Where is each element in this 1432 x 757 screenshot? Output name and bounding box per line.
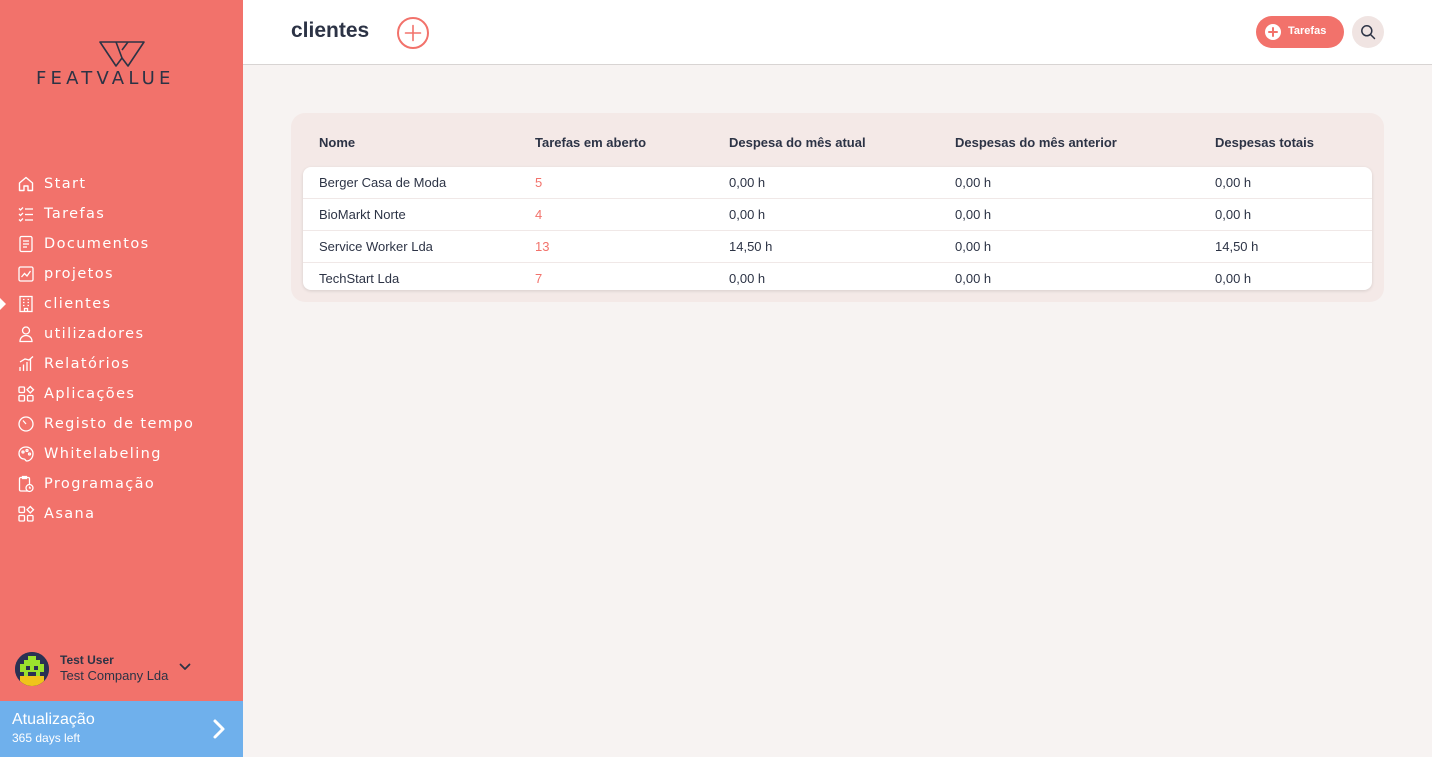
table-header: Nome Tarefas em aberto Despesa do mês at… xyxy=(291,113,1384,167)
sidebar-item-relatorios[interactable]: Relatórios xyxy=(0,349,243,379)
sidebar-item-utilizadores[interactable]: utilizadores xyxy=(0,319,243,349)
sidebar-item-registo-de-tempo[interactable]: Registo de tempo xyxy=(0,409,243,439)
client-name: Service Worker Lda xyxy=(319,239,433,254)
sidebar-item-label: Registo de tempo xyxy=(44,416,195,432)
featvalue-logo[interactable]: FEATVALUE xyxy=(36,40,211,90)
table-row[interactable]: TechStart Lda 7 0,00 h 0,00 h 0,00 h xyxy=(303,263,1372,290)
sidebar-item-programacao[interactable]: Programação xyxy=(0,469,243,499)
table-row[interactable]: Berger Casa de Moda 5 0,00 h 0,00 h 0,00… xyxy=(303,167,1372,199)
sidebar-item-label: clientes xyxy=(44,296,112,312)
task-list-icon xyxy=(17,205,35,223)
top-header: clientes Tarefas xyxy=(243,0,1432,65)
chevron-right-icon xyxy=(213,719,225,739)
add-client-button[interactable] xyxy=(397,17,429,49)
previous-month-expense: 0,00 h xyxy=(955,239,992,254)
sidebar-item-clientes[interactable]: clientes xyxy=(0,289,243,319)
sidebar-item-label: Programação xyxy=(44,476,156,492)
schedule-icon xyxy=(17,475,35,493)
plus-icon xyxy=(404,24,422,42)
sidebar-item-tarefas[interactable]: Tarefas xyxy=(0,199,243,229)
sidebar-item-asana[interactable]: Asana xyxy=(0,499,243,529)
new-task-button[interactable]: Tarefas xyxy=(1256,16,1344,48)
current-month-expense: 0,00 h xyxy=(729,175,766,190)
apps-icon xyxy=(17,385,35,403)
column-header-current-month[interactable]: Despesa do mês atual xyxy=(729,135,866,150)
sidebar-item-label: Whitelabeling xyxy=(44,446,162,462)
sidebar-item-label: Asana xyxy=(44,506,96,522)
sidebar: FEATVALUE Start Tarefas Documentos proje… xyxy=(0,0,243,757)
client-name: TechStart Lda xyxy=(319,271,400,286)
sidebar-item-label: Relatórios xyxy=(44,356,131,372)
sidebar-item-whitelabeling[interactable]: Whitelabeling xyxy=(0,439,243,469)
update-days-left: 365 days left xyxy=(12,731,81,745)
client-name: Berger Casa de Moda xyxy=(319,175,447,190)
update-title: Atualização xyxy=(12,711,95,728)
previous-month-expense: 0,00 h xyxy=(955,175,992,190)
previous-month-expense: 0,00 h xyxy=(955,207,992,222)
column-header-total[interactable]: Despesas totais xyxy=(1215,135,1314,150)
chart-icon xyxy=(17,265,35,283)
page-title: clientes xyxy=(291,19,370,42)
building-icon xyxy=(17,295,35,313)
column-header-nome[interactable]: Nome xyxy=(319,135,355,150)
user-menu[interactable]: Test User Test Company Lda xyxy=(15,652,230,688)
table-body: Berger Casa de Moda 5 0,00 h 0,00 h 0,00… xyxy=(303,167,1372,290)
column-header-open-tasks[interactable]: Tarefas em aberto xyxy=(535,135,646,150)
open-tasks-count: 13 xyxy=(535,239,550,254)
sidebar-item-label: Tarefas xyxy=(44,206,106,222)
logo-text: FEATVALUE xyxy=(36,68,175,89)
update-banner[interactable]: Atualização 365 days left xyxy=(0,701,243,757)
document-icon xyxy=(17,235,35,253)
sidebar-nav: Start Tarefas Documentos projetos client… xyxy=(0,169,243,529)
user-name: Test User xyxy=(60,653,114,667)
bar-chart-icon xyxy=(17,355,35,373)
user-company: Test Company Lda xyxy=(60,668,169,683)
user-icon xyxy=(17,325,35,343)
new-task-label: Tarefas xyxy=(1288,25,1327,37)
apps-icon xyxy=(17,505,35,523)
open-tasks-count: 7 xyxy=(535,271,543,286)
current-month-expense: 14,50 h xyxy=(729,239,773,254)
table-row[interactable]: BioMarkt Norte 4 0,00 h 0,00 h 0,00 h xyxy=(303,199,1372,231)
sidebar-item-projetos[interactable]: projetos xyxy=(0,259,243,289)
open-tasks-count: 5 xyxy=(535,175,543,190)
total-expense: 0,00 h xyxy=(1215,175,1252,190)
avatar xyxy=(15,652,49,686)
plus-circle-icon xyxy=(1265,24,1281,40)
column-header-previous-month[interactable]: Despesas do mês anterior xyxy=(955,135,1117,150)
timer-icon xyxy=(17,415,35,433)
total-expense: 0,00 h xyxy=(1215,207,1252,222)
total-expense: 0,00 h xyxy=(1215,271,1252,286)
chevron-down-icon[interactable] xyxy=(178,660,192,674)
sidebar-item-label: utilizadores xyxy=(44,326,145,342)
sidebar-item-label: Documentos xyxy=(44,236,150,252)
open-tasks-count: 4 xyxy=(535,207,543,222)
logo-mark-icon xyxy=(99,41,145,67)
sidebar-item-start[interactable]: Start xyxy=(0,169,243,199)
home-icon xyxy=(17,175,35,193)
previous-month-expense: 0,00 h xyxy=(955,271,992,286)
search-icon xyxy=(1361,25,1376,40)
search-button[interactable] xyxy=(1352,16,1384,48)
sidebar-item-label: Start xyxy=(44,176,87,192)
sidebar-item-label: Aplicações xyxy=(44,386,136,402)
total-expense: 14,50 h xyxy=(1215,239,1259,254)
current-month-expense: 0,00 h xyxy=(729,271,766,286)
sidebar-item-aplicacoes[interactable]: Aplicações xyxy=(0,379,243,409)
sidebar-item-label: projetos xyxy=(44,266,114,282)
table-row[interactable]: Service Worker Lda 13 14,50 h 0,00 h 14,… xyxy=(303,231,1372,263)
current-month-expense: 0,00 h xyxy=(729,207,766,222)
sidebar-item-documentos[interactable]: Documentos xyxy=(0,229,243,259)
clients-table: Nome Tarefas em aberto Despesa do mês at… xyxy=(291,113,1384,302)
palette-icon xyxy=(17,445,35,463)
client-name: BioMarkt Norte xyxy=(319,207,406,222)
